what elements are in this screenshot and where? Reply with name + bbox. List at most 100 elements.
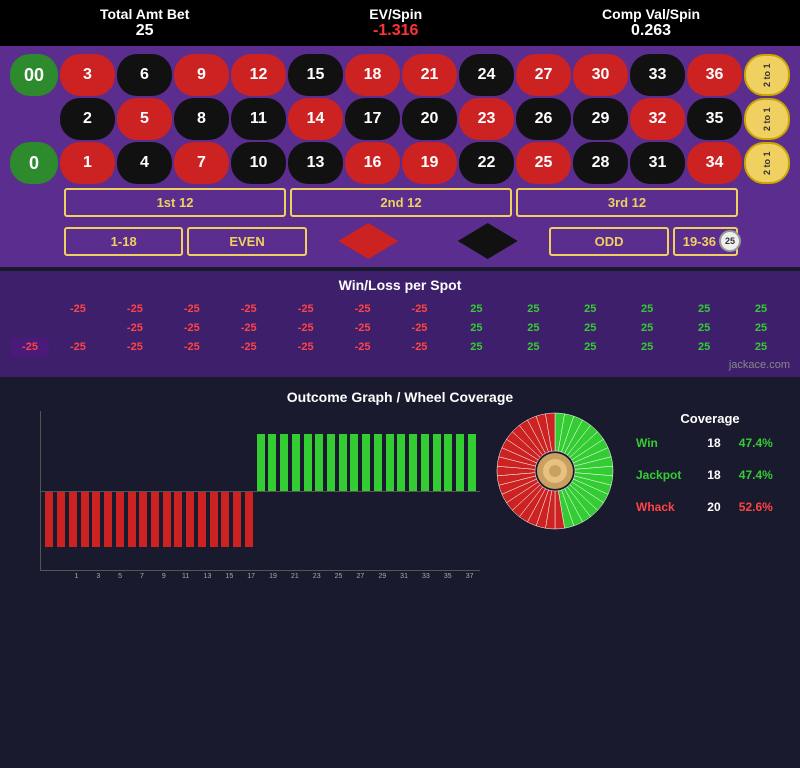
wl-r3c5: -25 <box>278 338 334 356</box>
wl-r3c9: 25 <box>505 338 561 356</box>
wl-r3-first: -25 <box>11 338 49 356</box>
wl-r2c1 <box>50 319 106 337</box>
number-row-2: 2 5 8 11 14 17 20 23 26 29 32 35 <box>60 98 742 140</box>
chip-19-36[interactable]: 25 <box>719 230 741 252</box>
num-4[interactable]: 4 <box>117 142 172 184</box>
comp-val-value: 0.263 <box>602 22 700 40</box>
x-label-9: 9 <box>153 573 174 580</box>
num-17[interactable]: 17 <box>345 98 400 140</box>
jackace-credit: jackace.com <box>10 359 790 371</box>
num-18[interactable]: 18 <box>345 54 400 96</box>
cov-spacer <box>630 454 790 464</box>
num-9[interactable]: 9 <box>174 54 229 96</box>
x-axis: 135791113151719212325272931333537 <box>40 571 480 580</box>
num-29[interactable]: 29 <box>573 98 628 140</box>
x-label-13: 13 <box>197 573 218 580</box>
num-3[interactable]: 3 <box>60 54 115 96</box>
wl-r3c1: -25 <box>50 338 106 356</box>
two-to-one-top[interactable]: 2 to 1 <box>744 54 790 96</box>
two-to-one-bot[interactable]: 2 to 1 <box>744 142 790 184</box>
black-diamond[interactable] <box>458 223 518 259</box>
num-1[interactable]: 1 <box>60 142 115 184</box>
cov-win-pct: 47.4% <box>733 432 790 454</box>
wl-r1c9: 25 <box>505 300 561 318</box>
num-33[interactable]: 33 <box>630 54 685 96</box>
num-22[interactable]: 22 <box>459 142 514 184</box>
num-6[interactable]: 6 <box>117 54 172 96</box>
wl-row-3: -25 -25 -25 -25 -25 -25 -25 -25 25 25 25… <box>11 338 789 356</box>
num-8[interactable]: 8 <box>174 98 229 140</box>
num-14[interactable]: 14 <box>288 98 343 140</box>
num-28[interactable]: 28 <box>573 142 628 184</box>
num-5[interactable]: 5 <box>117 98 172 140</box>
roulette-table-section: 00 0 3 6 9 12 15 18 21 24 27 30 3 <box>0 46 800 267</box>
second-dozen[interactable]: 2nd 12 <box>290 188 512 217</box>
two-to-one-mid[interactable]: 2 to 1 <box>744 98 790 140</box>
number-row-1: 3 6 9 12 15 18 21 24 27 30 33 36 <box>60 54 742 96</box>
num-7[interactable]: 7 <box>174 142 229 184</box>
x-label-1: 1 <box>66 573 87 580</box>
single-zero[interactable]: 0 <box>10 142 58 184</box>
num-16[interactable]: 16 <box>345 142 400 184</box>
header-bar: Total Amt Bet 25 EV/Spin -1.316 Comp Val… <box>0 0 800 46</box>
wl-row-1: -25 -25 -25 -25 -25 -25 -25 25 25 25 25 … <box>11 300 789 318</box>
cov-jackpot-row: Jackpot 18 47.4% <box>630 464 790 486</box>
winloss-section: Win/Loss per Spot -25 -25 -25 -25 -25 -2… <box>0 271 800 377</box>
num-19[interactable]: 19 <box>402 142 457 184</box>
wl-r2c11: 25 <box>619 319 675 337</box>
cov-whack-pct: 52.6% <box>733 496 790 518</box>
wl-r1c2: -25 <box>107 300 163 318</box>
wl-r1c12: 25 <box>676 300 732 318</box>
wl-r3c13: 25 <box>733 338 789 356</box>
wl-r2c3: -25 <box>164 319 220 337</box>
bet-19-36[interactable]: 19-36 25 <box>673 227 738 256</box>
wl-r1c13: 25 <box>733 300 789 318</box>
num-21[interactable]: 21 <box>402 54 457 96</box>
num-27[interactable]: 27 <box>516 54 571 96</box>
x-label-5: 5 <box>110 573 131 580</box>
num-35[interactable]: 35 <box>687 98 742 140</box>
bet-even[interactable]: EVEN <box>187 227 306 256</box>
wl-r1c10: 25 <box>562 300 618 318</box>
num-36[interactable]: 36 <box>687 54 742 96</box>
total-amt-value: 25 <box>100 22 189 40</box>
num-12[interactable]: 12 <box>231 54 286 96</box>
outcome-content: 30 20 10 0 -10 -20 -30 13579111315171921 <box>10 411 790 580</box>
wl-r1c8: 25 <box>448 300 504 318</box>
bet-1-18[interactable]: 1-18 <box>64 227 183 256</box>
wl-row-2: -25 -25 -25 -25 -25 -25 25 25 25 25 25 2… <box>11 319 789 337</box>
num-25[interactable]: 25 <box>516 142 571 184</box>
double-zero[interactable]: 00 <box>10 54 58 96</box>
num-31[interactable]: 31 <box>630 142 685 184</box>
num-15[interactable]: 15 <box>288 54 343 96</box>
coverage-table: Win 18 47.4% Jackpot 18 47.4% Whack 20 5… <box>630 432 790 518</box>
wl-spacer <box>11 300 49 318</box>
num-10[interactable]: 10 <box>231 142 286 184</box>
wheel-hub-center <box>549 465 561 477</box>
wl-r1c3: -25 <box>164 300 220 318</box>
outside-bets-row: 1-18 EVEN ODD 19-36 25 <box>10 223 790 259</box>
third-dozen[interactable]: 3rd 12 <box>516 188 738 217</box>
cov-win-label: Win <box>630 432 701 454</box>
cov-spacer2 <box>630 486 790 496</box>
wl-r2c9: 25 <box>505 319 561 337</box>
num-30[interactable]: 30 <box>573 54 628 96</box>
winloss-title: Win/Loss per Spot <box>10 277 790 293</box>
num-13[interactable]: 13 <box>288 142 343 184</box>
num-2[interactable]: 2 <box>60 98 115 140</box>
num-11[interactable]: 11 <box>231 98 286 140</box>
bet-odd[interactable]: ODD <box>549 227 668 256</box>
comp-val-label: Comp Val/Spin <box>602 6 700 22</box>
num-34[interactable]: 34 <box>687 142 742 184</box>
num-20[interactable]: 20 <box>402 98 457 140</box>
num-32[interactable]: 32 <box>630 98 685 140</box>
num-24[interactable]: 24 <box>459 54 514 96</box>
wl-r2c6: -25 <box>335 319 391 337</box>
outcome-section: Outcome Graph / Wheel Coverage 30 20 10 … <box>0 381 800 588</box>
red-diamond[interactable] <box>338 223 398 259</box>
num-26[interactable]: 26 <box>516 98 571 140</box>
num-23[interactable]: 23 <box>459 98 514 140</box>
first-dozen[interactable]: 1st 12 <box>64 188 286 217</box>
cov-jackpot-val: 18 <box>701 464 733 486</box>
wheel-area <box>490 411 620 531</box>
